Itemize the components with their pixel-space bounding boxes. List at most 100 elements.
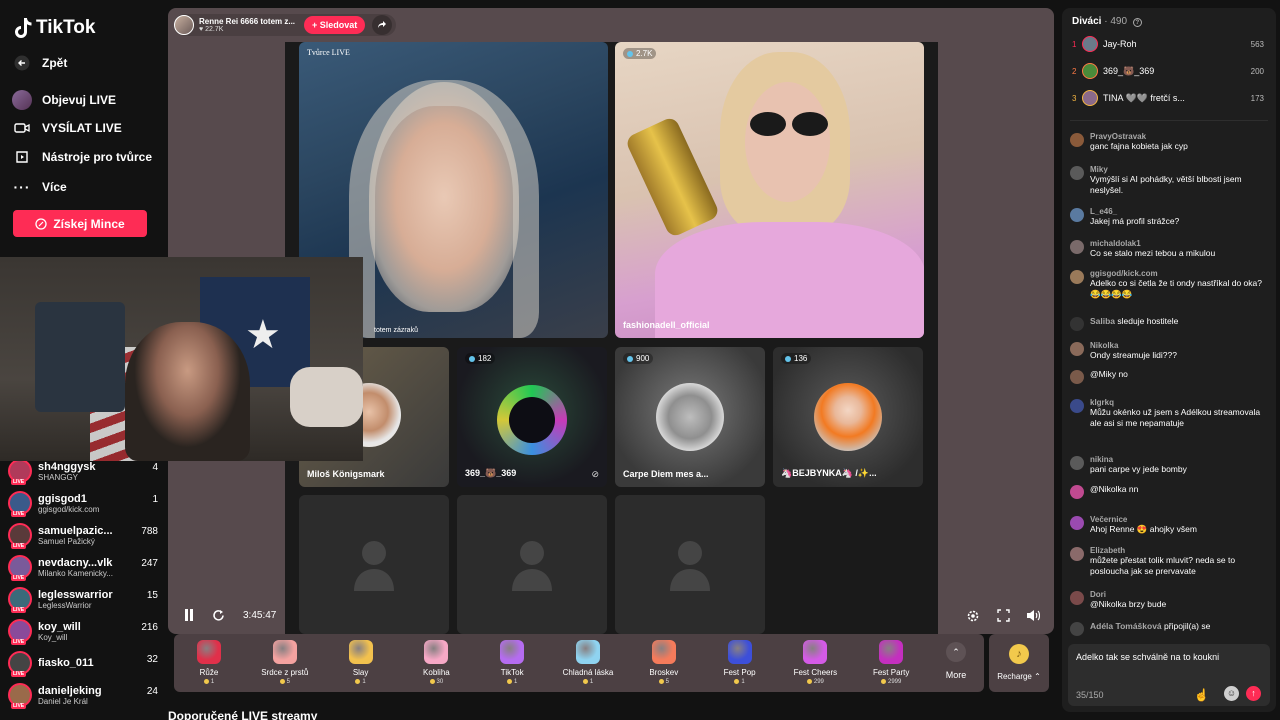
guest-tile-2[interactable]: 182 369_🐻_369 ⊘ [457, 347, 607, 487]
chat-message[interactable]: L_e46_ Jakej má profil strážce? [1070, 207, 1266, 227]
live-list-item[interactable]: LIVE leglesswarrior LeglessWarrior 15 [8, 584, 158, 614]
top-viewer-row[interactable]: 2 369_🐻_369 200 [1072, 62, 1264, 80]
fullscreen-button[interactable] [997, 609, 1010, 625]
live-viewer-count: 788 [141, 526, 158, 537]
gift-item[interactable]: Fest Party 2999 [856, 640, 926, 685]
empty-seat-1[interactable] [299, 495, 449, 634]
gift-item[interactable]: Fest Pop 1 [705, 640, 775, 685]
chat-text: Můžu okénko už jsem s Adélkou streamoval… [1090, 407, 1261, 428]
empty-seat-3[interactable] [615, 495, 765, 634]
chat-message[interactable]: @Miky no [1070, 369, 1266, 384]
top-viewer-row[interactable]: 3 TINA 🩶🩶 fretčí s... 173 [1072, 89, 1264, 107]
gift-price-value: 1 [210, 679, 215, 686]
chat-avatar [1070, 342, 1084, 356]
viewers-heading[interactable]: Diváci · 490 ? [1072, 16, 1142, 27]
chat-username: michaldolak1 [1090, 239, 1141, 248]
chat-message[interactable]: michaldolak1 Co se stalo mezi tebou a mik… [1070, 239, 1266, 259]
chat-input-field[interactable]: Adelko tak se schválně na to koukni [1076, 652, 1219, 662]
live-list-item[interactable]: LIVE ggisgod1 ggisgod/kick.com 1 [8, 488, 158, 518]
refresh-icon [213, 610, 224, 621]
chat-message[interactable]: Elizabeth můžete přestat tolik mluvit? ne… [1070, 546, 1266, 577]
live-avatar: LIVE [8, 587, 32, 613]
live-subtitle: Daniel Je Král [38, 696, 88, 706]
viewer-avatar [1082, 36, 1098, 52]
coin-icon [203, 679, 209, 684]
pause-button[interactable] [184, 609, 194, 624]
nav-explore-label: Objevuj LIVE [42, 93, 117, 107]
volume-button[interactable] [1026, 609, 1041, 625]
chat-message[interactable]: Adéla Tomášková připojil(a) se [1070, 621, 1266, 636]
guest-avatar [814, 383, 882, 451]
share-button[interactable] [372, 15, 393, 35]
live-list-item[interactable]: LIVE nevdacny...vlk Milanko Kamenicky... 24… [8, 552, 158, 582]
tiktok-live-page: TikTok Zpět Objevuj LIVE VYSÍLAT LIVE Ná… [0, 0, 1280, 720]
gift-more-button[interactable]: ⌃ More [931, 642, 981, 680]
chat-text: Jakej má profil strážce? [1090, 216, 1180, 226]
gift-item[interactable]: Kobliha 30 [401, 640, 471, 685]
nav-back-label: Zpět [42, 56, 68, 70]
gift-item[interactable]: Růže 1 [174, 640, 244, 685]
gift-item[interactable]: Fest Cheers 299 [780, 640, 850, 685]
guest-tile-4[interactable]: 136 🦄BEJBYNKA🦄 /✨... [773, 347, 923, 487]
empty-seat-2[interactable] [457, 495, 607, 634]
host-avatar[interactable] [174, 15, 194, 35]
live-badge: LIVE [11, 479, 27, 485]
chat-message[interactable]: Miky Vymýšlí si AI pohádky, větší blbosti… [1070, 165, 1266, 196]
chat-text: Ondy streamuje lidi??? [1090, 350, 1177, 360]
recharge-button[interactable]: ♪ Recharge ⌃ [989, 634, 1049, 692]
chat-message[interactable]: Nikolka Ondy streamuje lidi??? [1070, 341, 1266, 361]
live-viewer-count: 15 [146, 590, 158, 601]
chat-message[interactable]: PravyOstravak ganc fajna kobieta jak cyp [1070, 132, 1266, 152]
gift-icon [500, 640, 525, 664]
chat-avatar [1070, 317, 1084, 331]
nav-creator-tools[interactable]: Nástroje pro tvůrce [14, 149, 152, 165]
chat-text: připojil(a) se [1164, 621, 1211, 631]
tiktok-logo-icon [15, 18, 32, 38]
live-username: ggisgod1 [38, 492, 87, 505]
chat-message[interactable]: nikina pani carpe vy jede bomby [1070, 455, 1266, 475]
emoji-button[interactable]: ☺ [1224, 686, 1239, 701]
gift-item[interactable]: Srdce z prstů 5 [250, 640, 320, 685]
t4-name: 🦄BEJBYNKA🦄 /✨... [781, 468, 877, 478]
gift-item[interactable]: Broskev 5 [629, 640, 699, 685]
nav-more[interactable]: ··· Více [14, 179, 67, 195]
settings-button[interactable] [966, 609, 980, 626]
live-list-item[interactable]: LIVE samuelpazic... Samuel Pažický 788 [8, 520, 158, 550]
tiktok-logo[interactable]: TikTok [14, 17, 95, 39]
coin-icon [35, 217, 47, 230]
get-coins-button[interactable]: Získej Mince [13, 210, 147, 237]
nav-explore-live[interactable]: Objevuj LIVE [12, 90, 117, 110]
chat-username: Dori [1090, 590, 1106, 599]
live-list-item[interactable]: LIVE danieljeking Daniel Je Král 24 [8, 680, 158, 710]
gift-item[interactable]: Chladná láska 1 [553, 640, 623, 685]
webcam-flag-star: ★ [245, 313, 281, 357]
viewer-score: 173 [1250, 93, 1264, 103]
nav-back[interactable]: Zpět [14, 55, 67, 71]
refresh-button[interactable] [212, 609, 225, 625]
chat-message[interactable]: Dori @Nikolka brzy bude [1070, 590, 1266, 610]
avatar-icon [12, 90, 32, 110]
viewer-rank: 1 [1072, 39, 1077, 49]
chat-input-box[interactable]: Adelko tak se schválně na to koukni 35/1… [1068, 644, 1270, 706]
live-list-item[interactable]: LIVE koy_will Koy_will 216 [8, 616, 158, 646]
chat-message[interactable]: @Nikolka nn [1070, 484, 1266, 499]
chat-message[interactable]: ggisgod/kick.com Adelko co si četla že ti… [1070, 269, 1266, 300]
chat-message[interactable]: Saliba sleduje hostitele [1070, 316, 1266, 331]
host-name[interactable]: Renne Rei 6666 totem z... [199, 17, 295, 26]
send-button[interactable]: ↑ [1246, 686, 1261, 701]
back-arrow-icon [14, 55, 30, 71]
chat-message[interactable]: klgrkq Můžu okénko už jsem s Adélkou stre… [1070, 398, 1266, 429]
chat-message[interactable]: Večernice Ahoj Renne 😍 ahojky všem [1070, 515, 1266, 535]
guest-tile-3[interactable]: 900 Carpe Diem mes a... [615, 347, 765, 487]
gift-price-value: 1 [589, 679, 594, 686]
chat-text: ganc fajna kobieta jak cyp [1090, 141, 1188, 151]
webcam-pillow [290, 367, 363, 427]
follow-button[interactable]: + Sledovat [304, 16, 366, 34]
gift-price: 1 [553, 679, 623, 685]
gift-item[interactable]: Slay 1 [326, 640, 396, 685]
gift-item[interactable]: TikTok 1 [477, 640, 547, 685]
top-viewer-row[interactable]: 1 Jay-Roh 563 [1072, 35, 1264, 53]
nav-go-live[interactable]: VYSÍLAT LIVE [14, 120, 122, 136]
live-list-item[interactable]: LIVE fiasko_011 32 [8, 648, 158, 678]
guest-video-tile[interactable]: 2.7K fashionadell_official [615, 42, 924, 338]
